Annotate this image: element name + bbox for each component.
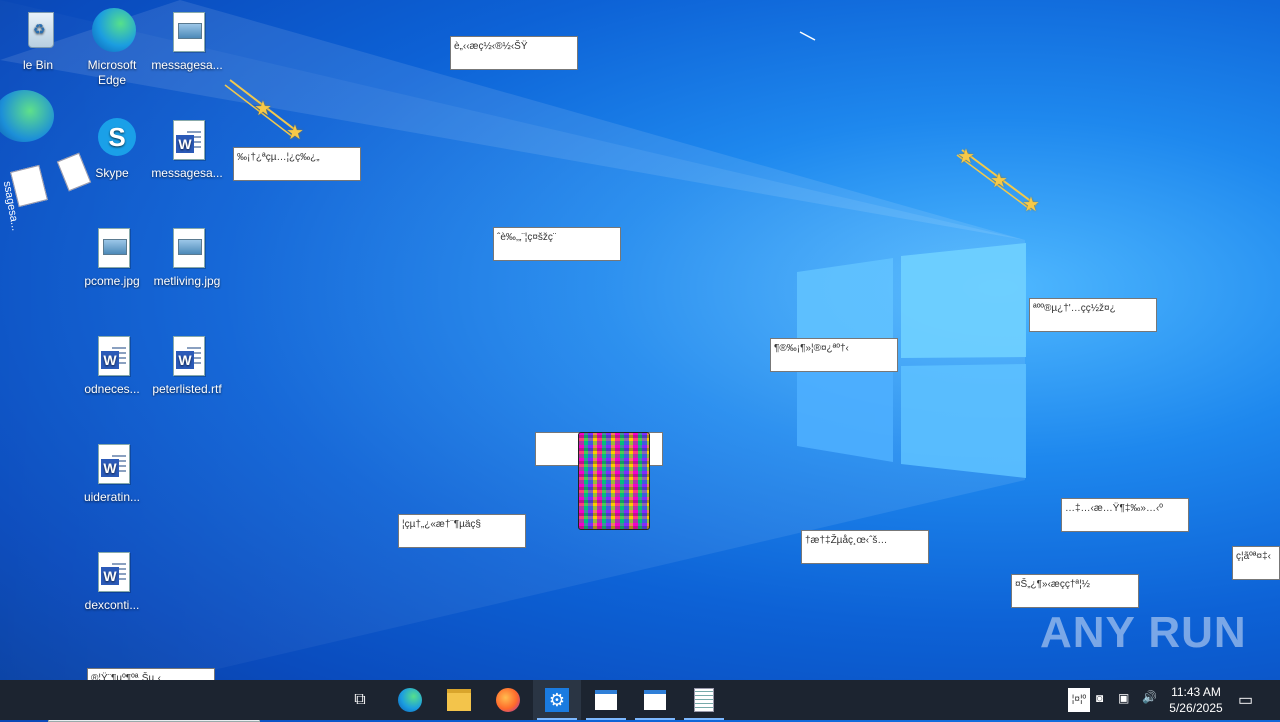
tray-input-indicator[interactable]: ¦¤¦º (1068, 688, 1090, 712)
desktop-icon-messagesa-word[interactable]: W messagesa... (149, 116, 225, 181)
star-icon: ★ (1022, 194, 1040, 216)
popup-window[interactable]: ˆè‰‚„¨¦ç¤šžç¨ (493, 227, 621, 261)
star-icon: ★ (990, 170, 1008, 192)
taskbar-file-explorer-button[interactable] (435, 680, 483, 720)
taskbar: ⧉ ⚙ ¦¤¦º ◙ ▣ 🔊 11:43 AM 5/26/2025 ▭ (0, 680, 1280, 720)
star-icon: ★ (957, 146, 975, 168)
notifications-icon[interactable]: ▭ (1238, 690, 1253, 710)
volume-icon[interactable]: 🔊 (1142, 690, 1157, 704)
clock-date: 5/26/2025 (1169, 701, 1223, 715)
edge-logo-partial (0, 90, 54, 142)
network-icon[interactable]: ▣ (1118, 691, 1129, 705)
image-file-icon (88, 224, 136, 272)
word-document-icon: W (88, 440, 136, 488)
desktop-icon-metliving-jpg[interactable]: metliving.jpg (149, 224, 225, 289)
recycle-bin-icon: ♻ (14, 8, 62, 56)
desktop-icon-peterlisted-rtf[interactable]: W peterlisted.rtf (149, 332, 225, 397)
popup-window[interactable]: ç¦ãºª¤‡‹ (1232, 546, 1280, 580)
word-document-icon: W (88, 548, 136, 596)
image-file-icon (163, 8, 211, 56)
taskbar-edge-button[interactable] (386, 680, 434, 720)
glitched-image (578, 432, 650, 530)
star-icon: ★ (254, 98, 272, 120)
desktop-icon-pcome-jpg[interactable]: pcome.jpg (74, 224, 150, 289)
desktop-icon-dexconti[interactable]: W dexconti... (74, 548, 150, 613)
desktop-icon-skype[interactable]: S Skype (74, 116, 150, 181)
popup-window[interactable]: ‰¡†¿ªçµ…¦¿ç‰¿„ (233, 147, 361, 181)
window-icon (644, 690, 666, 710)
popup-window[interactable]: ªºº®µ¿†'…çç½ž¤¿ (1029, 298, 1157, 332)
desktop-icon-recycle-bin[interactable]: ♻ le Bin (0, 8, 76, 73)
word-document-icon: W (163, 116, 211, 164)
desktop-icon-messagesa-image[interactable]: messagesa... (149, 8, 225, 73)
taskbar-window-2-button[interactable] (631, 680, 679, 720)
folder-icon (447, 689, 471, 711)
watermark: ANY RUN (1040, 608, 1247, 657)
notepad-icon (694, 688, 714, 712)
taskbar-notepad-button[interactable] (680, 680, 728, 720)
taskbar-firefox-button[interactable] (484, 680, 532, 720)
desktop-icon-odneces[interactable]: W odneces... (74, 332, 150, 397)
taskbar-window-1-button[interactable] (582, 680, 630, 720)
popup-window[interactable]: †æ†‡Žµåç¸œ‹ˆš… (801, 530, 929, 564)
task-view-icon: ⧉ (354, 691, 366, 708)
popup-window[interactable]: ¦çµ†„¿«æ†¨¶µäç§ (398, 514, 526, 548)
clock[interactable]: 11:43 AM 5/26/2025 (1166, 684, 1226, 716)
task-view-button[interactable]: ⧉ (336, 680, 384, 720)
popup-window[interactable]: ¶®‰¡¶»¦®¤¿ªº†‹ (770, 338, 898, 372)
skype-icon: S (88, 116, 136, 164)
taskbar-settings-button[interactable]: ⚙ (533, 680, 581, 720)
popup-window[interactable]: ¤Š„¿¶»‹æçç†ª¦½ (1011, 574, 1139, 608)
desktop-icon-uideratin[interactable]: W uideratin... (74, 440, 150, 505)
word-document-icon: W (88, 332, 136, 380)
gear-icon: ⚙ (545, 688, 569, 712)
camera-icon[interactable]: ◙ (1096, 691, 1103, 705)
popup-window[interactable]: è„‹‹æç½‹®½‹ŠŸ (450, 36, 578, 70)
edge-icon (398, 688, 422, 712)
window-icon (595, 690, 617, 710)
desktop-icon-microsoft-edge[interactable]: Microsoft Edge (74, 8, 150, 88)
star-icon: ★ (286, 122, 304, 144)
edge-icon (88, 8, 136, 56)
clock-time: 11:43 AM (1171, 685, 1221, 699)
image-file-icon (163, 224, 211, 272)
firefox-icon (496, 688, 520, 712)
popup-window[interactable]: …‡…‹æ…Ÿ¶‡‰»…‹º (1061, 498, 1189, 532)
word-document-icon: W (163, 332, 211, 380)
